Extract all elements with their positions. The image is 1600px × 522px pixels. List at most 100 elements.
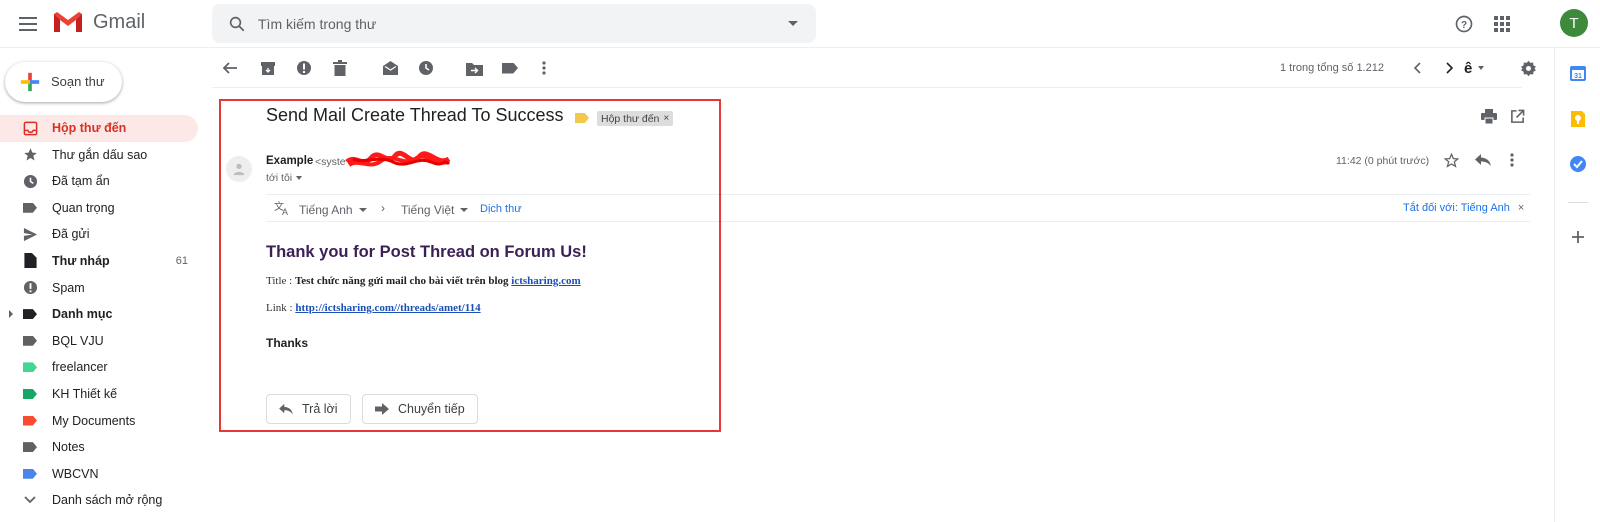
sidebar-item-important[interactable]: Quan trọng <box>0 195 198 222</box>
sidebar-item-spam[interactable]: Spam <box>0 275 198 302</box>
sidebar-item-inbox[interactable]: Hộp thư đến <box>0 115 198 142</box>
source-dropdown-icon <box>358 208 367 212</box>
inbox-icon <box>22 120 38 136</box>
sidebar-item-categories[interactable]: Danh mục <box>0 301 198 328</box>
recipient-details[interactable]: tới tôi <box>266 172 303 184</box>
link-label: Link : <box>266 302 293 314</box>
sidebar-item-starred[interactable]: Thư gắn dấu sao <box>0 142 198 169</box>
svg-text:31: 31 <box>1574 73 1582 80</box>
sidebar-item-label: Spam <box>52 280 85 295</box>
reply-icon[interactable] <box>1475 153 1491 170</box>
translate-bar: 文 A Tiếng Anh › Tiếng Việt Dịch thư Tắt … <box>266 194 1530 222</box>
search-bar[interactable] <box>212 4 816 43</box>
label-icon <box>22 386 38 402</box>
email-timestamp: 11:42 (0 phút trước) <box>1336 155 1430 167</box>
back-arrow-icon[interactable] <box>220 58 240 78</box>
calendar-icon[interactable]: 31 <box>1569 64 1587 82</box>
input-tool-glyph: ê <box>1464 59 1473 77</box>
search-options-icon[interactable] <box>788 21 798 26</box>
mark-unread-icon[interactable] <box>380 58 400 78</box>
turn-off-label: Tắt đối với: Tiếng Anh <box>1403 202 1510 214</box>
expand-caret-icon[interactable] <box>9 310 13 319</box>
sidebar-item-label: Danh sách mở rộng <box>52 493 163 508</box>
sidebar-item-sent[interactable]: Đã gửi <box>0 221 198 248</box>
message-toolbar: 1 trong tổng số 1.212 ê <box>212 48 1536 88</box>
svg-text:A: A <box>282 207 288 216</box>
print-icon[interactable] <box>1481 109 1497 127</box>
add-addon-icon[interactable] <box>1569 228 1587 246</box>
input-tools-dropdown-icon <box>1478 66 1485 70</box>
sidebar-item-kh-thiet-ke[interactable]: KH Thiết kế <box>0 381 198 408</box>
inbox-label-chip[interactable]: Hộp thư đến × <box>597 111 674 126</box>
forward-button[interactable]: Chuyển tiếp <box>362 394 478 424</box>
thread-link[interactable]: http://ictsharing.com//threads/amet/114 <box>295 302 480 314</box>
main-menu-icon[interactable] <box>16 12 40 36</box>
help-icon[interactable]: ? <box>1452 12 1476 36</box>
target-language-select[interactable]: Tiếng Việt <box>401 203 469 217</box>
apps-grid-icon[interactable] <box>1490 12 1514 36</box>
tasks-icon[interactable] <box>1569 155 1587 173</box>
gmail-logo[interactable]: Gmail <box>52 10 145 34</box>
search-input[interactable] <box>258 13 738 35</box>
sender-avatar[interactable] <box>226 156 252 182</box>
input-tools-button[interactable]: ê <box>1464 58 1500 78</box>
open-new-window-icon[interactable] <box>1510 109 1525 127</box>
side-panel: 31 <box>1554 48 1600 522</box>
remove-label-icon[interactable]: × <box>663 113 669 124</box>
important-marker-icon[interactable] <box>575 113 589 123</box>
sidebar-item-label: KH Thiết kế <box>52 386 118 401</box>
label-as-icon[interactable] <box>500 58 520 78</box>
sender-name[interactable]: Example <box>266 155 313 167</box>
snooze-clock-icon[interactable] <box>416 58 436 78</box>
message-more-icon[interactable] <box>1510 153 1514 170</box>
sidebar-item-label: Danh mục <box>52 307 113 322</box>
sidebar-item-freelancer[interactable]: freelancer <box>0 354 198 381</box>
forward-label: Chuyển tiếp <box>398 402 465 416</box>
move-to-icon[interactable] <box>464 58 484 78</box>
title-link[interactable]: ictsharing.com <box>511 275 580 287</box>
sidebar-item-label: Thư nháp <box>52 253 110 268</box>
sidebar-item-bql-vju[interactable]: BQL VJU <box>0 328 198 355</box>
source-language-select[interactable]: Tiếng Anh <box>299 203 367 217</box>
sender-email: <syste <box>315 156 346 168</box>
target-language: Tiếng Việt <box>401 203 455 217</box>
sidebar-item-label: WBCVN <box>52 466 99 481</box>
person-icon <box>233 163 245 176</box>
chevron-right-icon: › <box>381 201 385 215</box>
sidebar-item-notes[interactable]: Notes <box>0 434 198 461</box>
sidebar-item-more[interactable]: Danh sách mở rộng <box>0 487 198 514</box>
important-icon <box>22 200 38 216</box>
star-icon[interactable] <box>1443 152 1460 171</box>
sidebar-item-wbcvn[interactable]: WBCVN <box>0 461 198 488</box>
search-icon[interactable] <box>228 15 246 33</box>
translate-message-link[interactable]: Dịch thư <box>480 203 522 215</box>
gmail-m-icon <box>54 12 82 32</box>
sidebar-item-label: freelancer <box>52 360 108 375</box>
compose-button[interactable]: Soạn thư <box>5 62 122 102</box>
turn-off-translate[interactable]: Tắt đối với: Tiếng Anh × <box>1403 202 1524 214</box>
newer-chevron-icon[interactable] <box>1407 58 1427 78</box>
archive-icon[interactable] <box>258 58 278 78</box>
pager-count: 1 trong tổng số 1.212 <box>1280 62 1384 74</box>
report-spam-icon[interactable] <box>294 58 314 78</box>
keep-icon[interactable] <box>1569 110 1587 128</box>
sidebar-item-snoozed[interactable]: Đã tạm ẩn <box>0 168 198 195</box>
label-icon <box>22 359 38 375</box>
close-icon[interactable]: × <box>1518 202 1524 214</box>
settings-gear-icon[interactable] <box>1518 58 1538 78</box>
older-chevron-icon[interactable] <box>1440 58 1460 78</box>
email-body-link-line: Link : http://ictsharing.com//threads/am… <box>266 302 481 314</box>
reply-button[interactable]: Trả lời <box>266 394 351 424</box>
sidebar-item-label: Đã tạm ẩn <box>52 174 110 189</box>
svg-text:?: ? <box>1461 20 1467 31</box>
drafts-count: 61 <box>175 254 188 267</box>
sidebar-item-my-documents[interactable]: My Documents <box>0 408 198 435</box>
reply-arrow-icon <box>279 403 293 415</box>
more-vert-icon[interactable] <box>534 58 554 78</box>
delete-icon[interactable] <box>330 58 350 78</box>
sidebar-item-drafts[interactable]: Thư nháp 61 <box>0 248 198 275</box>
source-language: Tiếng Anh <box>299 203 353 217</box>
recipient-dropdown-icon <box>296 176 303 180</box>
account-avatar[interactable]: T <box>1560 9 1588 37</box>
spam-icon <box>22 280 38 296</box>
